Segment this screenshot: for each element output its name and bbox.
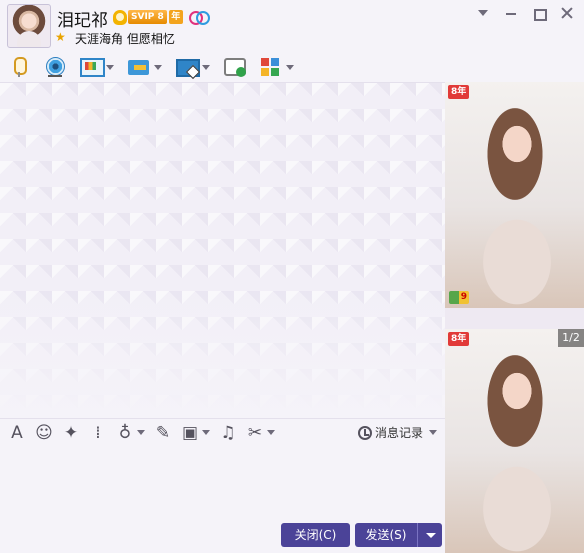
music-button[interactable]: ♫	[219, 424, 237, 442]
edit-icon: ✎	[155, 422, 171, 443]
emoji-icon: ☺	[35, 422, 53, 443]
window-menu-dropdown-icon[interactable]	[476, 6, 490, 20]
star-icon: ★	[55, 30, 66, 44]
close-button[interactable]: 关闭(C)	[281, 523, 350, 547]
video-call-icon	[44, 57, 66, 77]
minimize-button[interactable]	[504, 6, 518, 20]
screenshot-icon: ✂	[247, 422, 263, 443]
contact-avatar[interactable]	[7, 4, 51, 48]
voice-call-button[interactable]	[8, 54, 30, 80]
new-message-button[interactable]	[224, 54, 246, 80]
file-transfer-icon	[128, 57, 150, 77]
message-history-button[interactable]: 消息记录	[357, 424, 437, 441]
video-call-button[interactable]	[44, 54, 66, 80]
contact-nickname[interactable]: 泪玘祁	[57, 6, 108, 31]
shake-icon: ⁞	[95, 422, 101, 443]
svip-badge: SVIP 8	[128, 10, 167, 24]
clock-icon	[357, 425, 372, 440]
year-badge: 年	[168, 10, 183, 24]
chevron-down-icon[interactable]	[267, 430, 275, 435]
vip-year-tag: 8年	[448, 85, 470, 99]
new-message-icon	[224, 57, 246, 77]
message-history-label: 消息记录	[374, 426, 423, 440]
chat-window: 泪玘祁 SVIP 8 年 ★ 天涯海角 但愿相忆 A ☺ ✦ ⁞ ♁ ✎ ▣ ♫…	[0, 0, 584, 553]
apps-icon	[260, 57, 282, 77]
magic-expression-button[interactable]: ✦	[62, 424, 80, 442]
close-window-button[interactable]	[560, 6, 574, 20]
microphone-icon	[8, 57, 30, 77]
maximize-button[interactable]	[532, 6, 547, 21]
edit-button[interactable]: ✎	[154, 424, 172, 442]
chevron-down-icon[interactable]	[154, 64, 162, 70]
font-button[interactable]: A	[8, 424, 26, 442]
chevron-down-icon[interactable]	[106, 64, 114, 70]
self-show-photo[interactable]: 8年 1/2	[445, 329, 584, 553]
page-indicator[interactable]: 1/2	[558, 329, 584, 347]
send-image-button[interactable]: ▣	[181, 424, 210, 442]
apps-button[interactable]	[260, 54, 294, 80]
chat-header: 泪玘祁 SVIP 8 年 ★ 天涯海角 但愿相忆	[0, 0, 584, 52]
action-buttons: 关闭(C) 发送(S)	[281, 523, 442, 547]
input-toolbar: A ☺ ✦ ⁞ ♁ ✎ ▣ ♫ ✂ 消息记录	[0, 418, 445, 446]
remote-desktop-icon	[176, 57, 200, 77]
font-icon: A	[11, 422, 23, 443]
chevron-down-icon[interactable]	[429, 430, 437, 435]
image-icon: ▣	[181, 422, 199, 443]
qq-penguin-icon	[113, 9, 127, 25]
level-tag: 9	[449, 291, 469, 304]
screen-share-button[interactable]	[80, 54, 114, 80]
magic-wand-icon: ✦	[63, 422, 79, 443]
screen-share-icon	[80, 57, 105, 77]
chevron-down-icon[interactable]	[202, 430, 210, 435]
voice-message-button[interactable]: ♁	[116, 424, 145, 442]
emoji-button[interactable]: ☺	[35, 424, 53, 442]
shake-button[interactable]: ⁞	[89, 424, 107, 442]
screenshot-button[interactable]: ✂	[246, 424, 275, 442]
message-input[interactable]	[0, 446, 445, 521]
send-button-group: 发送(S)	[355, 523, 442, 547]
voice-message-icon: ♁	[118, 422, 132, 443]
contact-show-photo[interactable]: 8年 9	[445, 82, 584, 308]
window-controls	[476, 6, 574, 21]
message-history-area[interactable]	[0, 82, 445, 418]
music-icon: ♫	[220, 422, 236, 443]
chevron-down-icon[interactable]	[202, 64, 210, 70]
contact-show-panel: 8年 9 8年 1/2	[445, 82, 584, 553]
chat-toolbar	[0, 52, 584, 82]
remote-desktop-button[interactable]	[176, 54, 210, 80]
contact-signature: 天涯海角 但愿相忆	[75, 32, 175, 46]
chevron-down-icon[interactable]	[286, 64, 294, 70]
qzone-icon[interactable]	[188, 11, 210, 25]
chevron-down-icon[interactable]	[137, 430, 145, 435]
file-transfer-button[interactable]	[128, 54, 162, 80]
send-button[interactable]: 发送(S)	[355, 523, 417, 547]
send-options-dropdown[interactable]	[417, 523, 442, 547]
vip-year-tag: 8年	[448, 332, 470, 346]
vip-badge-group[interactable]: SVIP 8 年	[113, 9, 210, 25]
